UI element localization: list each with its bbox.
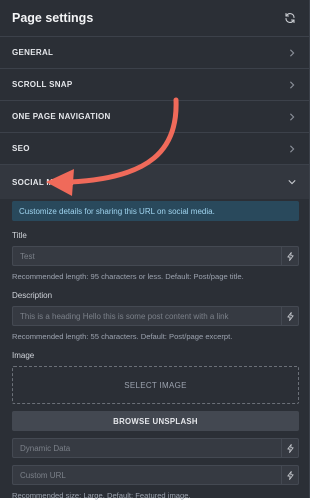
dynamic-data-icon[interactable] (281, 246, 299, 266)
description-input[interactable]: This is a heading Hello this is some pos… (12, 306, 281, 326)
social-media-content: Customize details for sharing this URL o… (0, 199, 309, 500)
custom-url-input[interactable]: Custom URL (12, 465, 281, 485)
section-general[interactable]: GENERAL (0, 37, 309, 69)
title-label: Title (12, 231, 27, 240)
description-hint: Recommended length: 55 characters. Defau… (12, 332, 233, 341)
section-social-media[interactable]: SOCIAL MEDIA (0, 165, 309, 199)
info-banner: Customize details for sharing this URL o… (12, 201, 299, 221)
chevron-right-icon (287, 112, 297, 122)
section-label: GENERAL (12, 48, 54, 57)
title-hint: Recommended length: 95 characters or les… (12, 272, 244, 281)
dynamic-data-icon[interactable] (281, 306, 299, 326)
section-scroll-snap[interactable]: SCROLL SNAP (0, 69, 309, 101)
title-input[interactable]: Test (12, 246, 281, 266)
image-hint: Recommended size: Large. Default: Featur… (12, 491, 191, 500)
section-label: ONE PAGE NAVIGATION (12, 112, 111, 121)
section-label: SEO (12, 144, 30, 153)
panel-header: Page settings (0, 0, 309, 37)
chevron-right-icon (287, 80, 297, 90)
section-seo[interactable]: SEO (0, 133, 309, 165)
custom-url-row: Custom URL (12, 465, 299, 485)
section-label: SCROLL SNAP (12, 80, 73, 89)
chevron-right-icon (287, 48, 297, 58)
image-label: Image (12, 351, 35, 360)
description-label: Description (12, 291, 53, 300)
dynamic-data-icon[interactable] (281, 465, 299, 485)
select-image-dropzone[interactable]: SELECT IMAGE (12, 366, 299, 404)
browse-unsplash-button[interactable]: BROWSE UNSPLASH (12, 411, 299, 431)
section-label: SOCIAL MEDIA (12, 177, 74, 187)
section-one-page-navigation[interactable]: ONE PAGE NAVIGATION (0, 101, 309, 133)
dynamic-data-input[interactable]: Dynamic Data (12, 438, 281, 458)
description-input-row: This is a heading Hello this is some pos… (12, 306, 299, 326)
title-input-row: Test (12, 246, 299, 266)
chevron-right-icon (287, 144, 297, 154)
page-settings-panel: Page settings GENERAL SCROLL SNAP ONE PA… (0, 0, 310, 500)
page-title: Page settings (12, 11, 94, 25)
dynamic-data-icon[interactable] (281, 438, 299, 458)
refresh-icon[interactable] (283, 11, 297, 25)
dynamic-data-row: Dynamic Data (12, 438, 299, 458)
chevron-down-icon (287, 177, 297, 187)
